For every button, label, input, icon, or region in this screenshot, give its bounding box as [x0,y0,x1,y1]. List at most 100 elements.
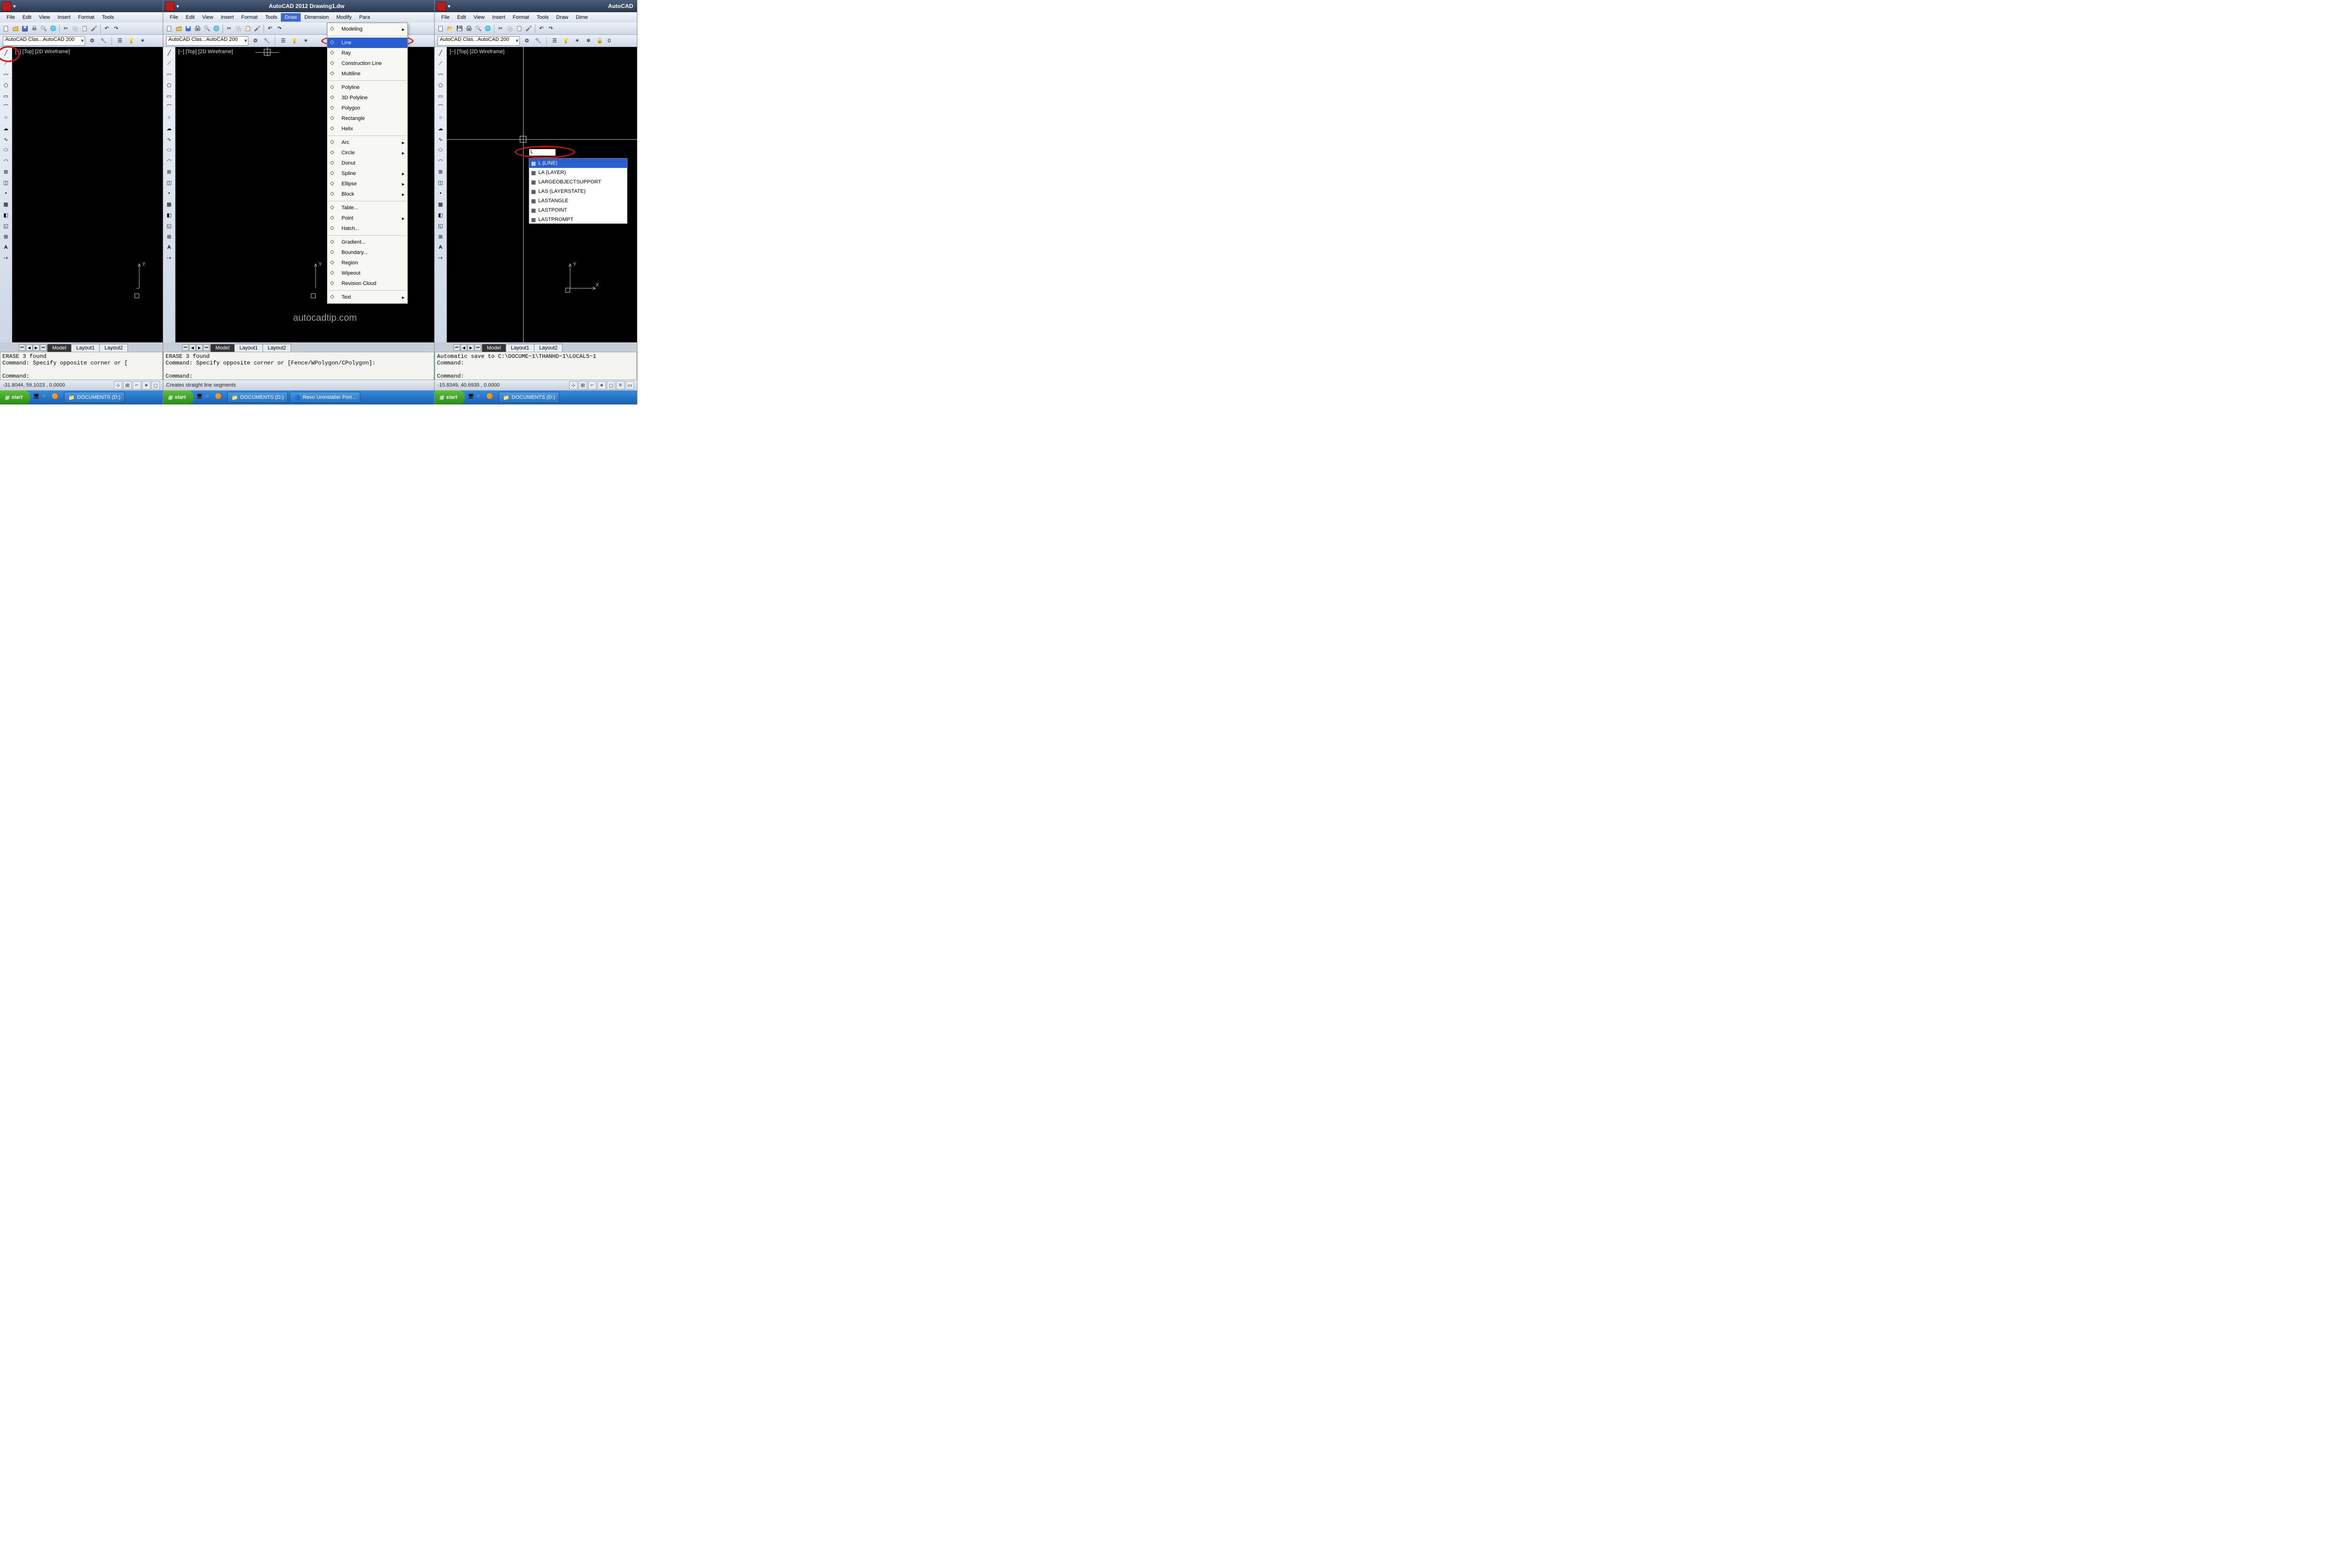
draw-menu-item-revision-cloud[interactable]: ◇Revision Cloud [327,278,407,289]
ellipse-arc-icon[interactable]: ◠ [165,156,174,166]
grid-icon[interactable]: ⊞ [579,381,587,389]
line-tool-icon[interactable]: ╱ [436,48,445,57]
paste-icon[interactable]: 📋 [244,24,252,33]
menu-edit[interactable]: Edit [182,13,199,22]
spline-tool-icon[interactable]: ∿ [1,135,11,144]
ellipse-tool-icon[interactable]: ⬭ [1,145,11,155]
menu-dimension[interactable]: Dimension [301,13,333,22]
osnap-icon[interactable]: ◻ [151,381,160,389]
menu-file[interactable]: File [437,13,453,22]
start-button[interactable]: ⊞start [163,390,193,404]
circle-tool-icon[interactable]: ○ [436,113,445,122]
qat-dropdown-icon[interactable]: ▾ [13,3,16,9]
draw-menu-item-spline[interactable]: ◇Spline▸ [327,168,407,179]
menubar[interactable]: File Edit View Insert Format Tools Draw … [435,12,637,23]
layer-prop-icon[interactable]: ☰ [116,37,124,45]
autocomplete-item[interactable]: ▦LASTPROMPT [529,215,627,224]
draw-menu-item-helix[interactable]: ◇Helix [327,124,407,134]
cut-icon[interactable]: ✂ [62,24,70,33]
menu-tools[interactable]: Tools [98,13,118,22]
publish-icon[interactable]: 🌐 [49,24,57,33]
layout-tab-2[interactable]: Layout2 [534,344,563,352]
taskbar-item-documents[interactable]: 📁DOCUMENTS (D:) [499,392,559,403]
ellipse-arc-icon[interactable]: ◠ [1,156,11,166]
match-prop-icon[interactable]: 🖌 [253,24,262,33]
addselected-icon[interactable]: ◦+ [1,253,11,263]
ws-settings-icon[interactable]: ⚙ [88,37,96,45]
model-icon[interactable]: ▭ [626,381,634,389]
draw-menu-item-text[interactable]: ◇Text▸ [327,292,407,302]
tab-nav-next[interactable]: ▶ [468,344,474,351]
redo-icon[interactable]: ↷ [275,24,284,33]
undo-icon[interactable]: ↶ [537,24,546,33]
ql-ie-icon[interactable]: e [477,393,485,402]
layer-lock-icon[interactable]: 🔓 [596,37,604,45]
ql-desktop-icon[interactable]: 🖥 [468,393,476,402]
autocomplete-item[interactable]: ▦LAS (LAYERSTATE) [529,187,627,196]
polyline-tool-icon[interactable]: 〰 [1,70,11,79]
region-tool-icon[interactable]: ◱ [165,221,174,230]
draw-menu-item-modeling[interactable]: ◇Modeling▸ [327,24,407,34]
tab-nav-prev[interactable]: ◀ [461,344,467,351]
region-tool-icon[interactable]: ◱ [1,221,11,230]
make-block-icon[interactable]: ◫ [436,178,445,187]
autocad-logo[interactable] [437,1,446,11]
mtext-tool-icon[interactable]: A [165,243,174,252]
circle-tool-icon[interactable]: ○ [165,113,174,122]
layer-light-icon[interactable]: 💡 [562,37,570,45]
tab-nav-next[interactable]: ▶ [196,344,203,351]
layer-sun-icon[interactable]: ☀ [138,37,147,45]
menu-file[interactable]: File [3,13,19,22]
layout-tab-2[interactable]: Layout2 [262,344,291,352]
tab-nav-last[interactable]: ⏭ [40,344,47,351]
draw-menu-item-polyline[interactable]: ◇Polyline [327,82,407,93]
ql-app-icon[interactable]: 🟠 [52,393,60,402]
menu-draw[interactable]: Draw [552,13,572,22]
menu-modify[interactable]: Modify [333,13,355,22]
taskbar-item-documents[interactable]: 📁DOCUMENTS (D:) [227,392,288,403]
point-tool-icon[interactable]: • [165,189,174,198]
polygon-tool-icon[interactable]: ⬠ [1,80,11,90]
hatch-tool-icon[interactable]: ▦ [1,199,11,209]
gradient-tool-icon[interactable]: ◧ [436,210,445,220]
table-tool-icon[interactable]: ⊞ [165,232,174,241]
layer-light-icon[interactable]: 💡 [290,37,299,45]
print-icon[interactable] [30,24,39,33]
menu-view[interactable]: View [470,13,489,22]
draw-menu-item-ellipse[interactable]: ◇Ellipse▸ [327,179,407,189]
paste-icon[interactable]: 📋 [515,24,524,33]
cut-icon[interactable]: ✂ [496,24,505,33]
snap-icon[interactable]: ⊹ [569,381,578,389]
xline-tool-icon[interactable]: ⟋ [165,59,174,68]
tab-nav-prev[interactable]: ◀ [189,344,196,351]
layer-freeze-icon[interactable]: ❄ [584,37,593,45]
insert-block-icon[interactable]: ⊞ [1,167,11,176]
draw-menu-item-ray[interactable]: ◇Ray [327,48,407,58]
cut-icon[interactable]: ✂ [225,24,233,33]
open-icon[interactable] [11,24,20,33]
qat-dropdown-icon[interactable]: ▾ [176,3,179,9]
layer-prop-icon[interactable]: ☰ [550,37,559,45]
draw-menu-item-multiline[interactable]: ◇Multiline [327,69,407,79]
mtext-tool-icon[interactable]: A [1,243,11,252]
draw-menu-item-line[interactable]: ◇Line [327,38,407,48]
mtext-tool-icon[interactable]: A [436,243,445,252]
arc-tool-icon[interactable]: ⌒ [165,102,174,111]
start-button[interactable]: ⊞start [435,390,465,404]
revcloud-tool-icon[interactable]: ☁ [436,124,445,133]
qat-dropdown-icon[interactable]: ▾ [448,3,451,9]
region-tool-icon[interactable]: ◱ [436,221,445,230]
draw-menu-item-block[interactable]: ◇Block▸ [327,189,407,199]
ql-desktop-icon[interactable]: 🖥 [33,393,41,402]
menu-format[interactable]: Format [74,13,98,22]
new-icon[interactable] [437,24,445,33]
view-label[interactable]: [−] [Top] [2D Wireframe] [178,49,233,55]
addselected-icon[interactable]: ◦+ [436,253,445,263]
layer-name[interactable]: 0 [608,38,611,44]
redo-icon[interactable]: ↷ [547,24,555,33]
plot-preview-icon[interactable]: 🔍 [40,24,48,33]
workspace-combo[interactable]: AutoCAD Clas...AutoCAD 200 [437,36,520,46]
print-icon[interactable]: 🖨 [193,24,202,33]
menu-format[interactable]: Format [509,13,533,22]
new-icon[interactable] [2,24,10,33]
